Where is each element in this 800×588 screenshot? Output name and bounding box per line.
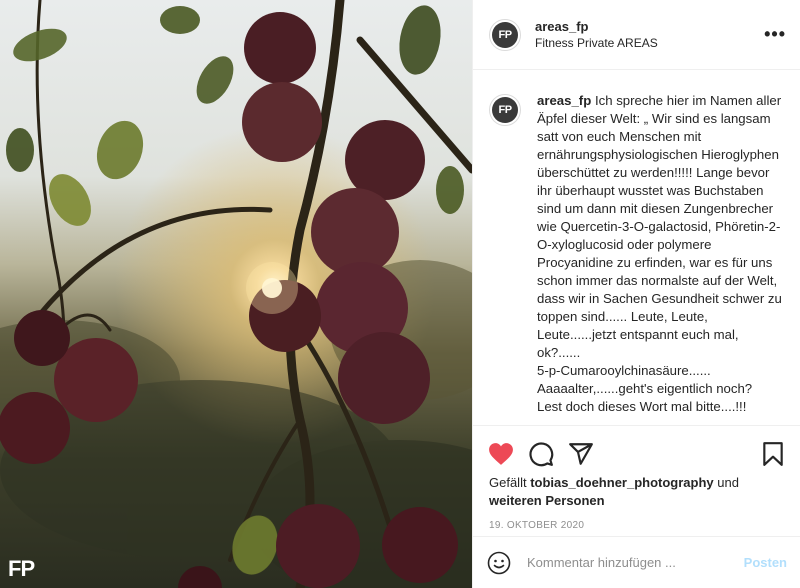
avatar-logo: FP: [492, 21, 518, 48]
apple-tree-image: [0, 0, 472, 588]
more-options-icon[interactable]: •••: [764, 24, 786, 45]
bookmark-icon[interactable]: [759, 440, 787, 468]
post-actions: Gefällt tobias_doehner_photography und w…: [473, 425, 800, 531]
avatar[interactable]: FP: [489, 18, 521, 51]
post-date[interactable]: 19. OKTOBER 2020: [487, 520, 787, 531]
other-likers-link[interactable]: weiteren Personen: [489, 493, 605, 508]
comment-icon[interactable]: [527, 440, 555, 468]
post-header: FP areas_fp Fitness Private AREAS •••: [473, 0, 800, 70]
post-detail-panel: FP areas_fp Fitness Private AREAS ••• FP…: [472, 0, 800, 588]
heart-filled-icon[interactable]: [487, 440, 515, 468]
caption-body: Ich spreche hier im Namen aller Äpfel di…: [537, 93, 782, 414]
username-link[interactable]: areas_fp: [535, 18, 658, 35]
caption-avatar[interactable]: FP: [489, 94, 521, 126]
watermark-logo: FP: [8, 556, 35, 581]
caption-text: areas_fp Ich spreche hier im Namen aller…: [537, 92, 784, 425]
post-photo[interactable]: FP: [0, 0, 472, 588]
smiley-icon[interactable]: [487, 551, 511, 575]
avatar-logo: FP: [492, 97, 518, 123]
caption-username-link[interactable]: areas_fp: [537, 93, 591, 108]
share-icon[interactable]: [567, 440, 595, 468]
liker-username-link[interactable]: tobias_doehner_photography: [530, 475, 713, 490]
likes-middle: und: [713, 475, 739, 490]
action-icon-row: [487, 434, 787, 474]
likes-prefix: Gefällt: [489, 475, 531, 490]
comment-bar: Posten: [473, 536, 800, 588]
likes-summary: Gefällt tobias_doehner_photography und w…: [487, 474, 787, 510]
post-comment-button[interactable]: Posten: [744, 555, 787, 570]
comment-input[interactable]: [527, 555, 744, 570]
caption-section: FP areas_fp Ich spreche hier im Namen al…: [473, 70, 800, 425]
account-info: areas_fp Fitness Private AREAS: [535, 18, 658, 52]
account-subtitle[interactable]: Fitness Private AREAS: [535, 35, 658, 52]
